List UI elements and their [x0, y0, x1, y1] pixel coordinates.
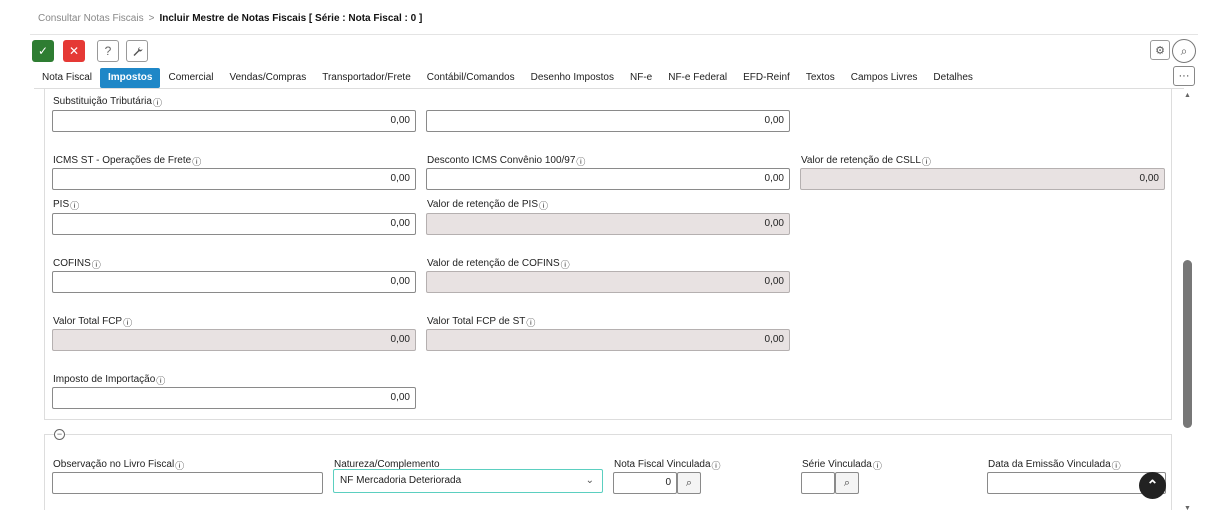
- info-icon[interactable]: ⓘ: [922, 157, 931, 167]
- tab-transportador-frete[interactable]: Transportador/Frete: [314, 68, 419, 88]
- collapse-icon[interactable]: −: [54, 429, 65, 440]
- tab-efd-reinf[interactable]: EFD-Reinf: [735, 68, 798, 88]
- info-icon[interactable]: ⓘ: [192, 157, 201, 167]
- info-icon[interactable]: ⓘ: [561, 260, 570, 270]
- label-serie-vinculada: Série Vinculadaⓘ: [802, 459, 882, 471]
- tab-impostos[interactable]: Impostos: [100, 68, 161, 88]
- scroll-down-icon[interactable]: ▼: [1184, 505, 1191, 512]
- more-options-button[interactable]: ···: [1173, 66, 1195, 86]
- substituicao-tributaria-field[interactable]: 0,00: [52, 110, 416, 132]
- gear-icon: ⚙: [1155, 44, 1165, 57]
- desconto-icms-field[interactable]: 0,00: [426, 168, 790, 190]
- natureza-select[interactable]: NF Mercadoria Deteriorada ⌄: [333, 469, 603, 493]
- scroll-up-icon[interactable]: ▲: [1184, 92, 1191, 99]
- scrollbar-thumb[interactable]: [1183, 260, 1192, 428]
- tab-detalhes[interactable]: Detalhes: [925, 68, 980, 88]
- imposto-importacao-field[interactable]: 0,00: [52, 387, 416, 409]
- tab-vendas-compras[interactable]: Vendas/Compras: [221, 68, 314, 88]
- breadcrumb: Consultar Notas Fiscais > Incluir Mestre d…: [38, 13, 422, 24]
- search-icon: ⌕: [843, 476, 851, 489]
- info-icon[interactable]: ⓘ: [92, 260, 101, 270]
- tab-bar: Nota Fiscal Impostos Comercial Vendas/Co…: [34, 68, 981, 88]
- serie-vinculada-search-button[interactable]: ⌕: [835, 472, 859, 494]
- label-total-fcp: Valor Total FCPⓘ: [53, 316, 133, 328]
- taxes-panel: [44, 88, 1172, 420]
- chevron-up-icon: ⌃: [1146, 477, 1159, 493]
- observacao-field[interactable]: [52, 472, 323, 494]
- natureza-selected-value: NF Mercadoria Deteriorada: [340, 475, 462, 486]
- info-icon[interactable]: ⓘ: [526, 318, 535, 328]
- tab-contabil-comandos[interactable]: Contábil/Comandos: [419, 68, 523, 88]
- nota-vinculada-search-button[interactable]: ⌕: [677, 472, 701, 494]
- label-total-fcp-st: Valor Total FCP de STⓘ: [427, 316, 536, 328]
- breadcrumb-current: Incluir Mestre de Notas Fiscais [ Série …: [159, 13, 423, 24]
- tab-nfe-federal[interactable]: NF-e Federal: [660, 68, 735, 88]
- label-pis: PISⓘ: [53, 199, 80, 211]
- label-retencao-csll: Valor de retenção de CSLLⓘ: [801, 155, 931, 167]
- pis-field[interactable]: 0,00: [52, 213, 416, 235]
- label-cofins: COFINSⓘ: [53, 258, 101, 270]
- tab-campos-livres[interactable]: Campos Livres: [843, 68, 926, 88]
- close-icon: ✕: [68, 44, 80, 58]
- cancel-button[interactable]: ✕: [63, 40, 85, 62]
- label-retencao-pis: Valor de retenção de PISⓘ: [427, 199, 549, 211]
- wrench-icon: [133, 46, 142, 56]
- info-icon[interactable]: ⓘ: [873, 461, 882, 471]
- header-divider: [30, 34, 1198, 35]
- tab-desenho-impostos[interactable]: Desenho Impostos: [523, 68, 622, 88]
- label-nota-vinculada: Nota Fiscal Vinculadaⓘ: [614, 459, 721, 471]
- retencao-pis-field: 0,00: [426, 213, 790, 235]
- tab-textos[interactable]: Textos: [798, 68, 843, 88]
- scroll-to-top-button[interactable]: ⌃: [1139, 472, 1166, 499]
- info-icon[interactable]: ⓘ: [70, 201, 79, 211]
- total-fcp-st-field: 0,00: [426, 329, 790, 351]
- search-icon: ⌕: [1180, 43, 1188, 58]
- nota-vinculada-field[interactable]: 0: [613, 472, 677, 494]
- retencao-cofins-field: 0,00: [426, 271, 790, 293]
- icms-st-frete-field[interactable]: 0,00: [52, 168, 416, 190]
- ellipsis-icon: ···: [1178, 70, 1190, 82]
- check-icon: ✓: [37, 44, 49, 58]
- breadcrumb-separator: >: [148, 13, 155, 24]
- info-icon[interactable]: ⓘ: [123, 318, 132, 328]
- serie-vinculada-field[interactable]: [801, 472, 835, 494]
- total-fcp-field: 0,00: [52, 329, 416, 351]
- label-icms-st-frete: ICMS ST - Operações de Freteⓘ: [53, 155, 202, 167]
- info-icon[interactable]: ⓘ: [712, 461, 721, 471]
- confirm-button[interactable]: ✓: [32, 40, 54, 62]
- info-icon[interactable]: ⓘ: [153, 98, 162, 108]
- label-observacao: Observação no Livro Fiscalⓘ: [53, 459, 185, 471]
- info-icon[interactable]: ⓘ: [576, 157, 585, 167]
- label-data-emissao: Data da Emissão Vinculadaⓘ: [988, 459, 1121, 471]
- info-icon[interactable]: ⓘ: [1112, 461, 1121, 471]
- breadcrumb-parent[interactable]: Consultar Notas Fiscais: [38, 13, 144, 24]
- label-imposto-importacao: Imposto de Importaçãoⓘ: [53, 374, 166, 386]
- help-icon: ?: [104, 44, 112, 58]
- substituicao-tributaria-2-field[interactable]: 0,00: [426, 110, 790, 132]
- tab-nota-fiscal[interactable]: Nota Fiscal: [34, 68, 100, 88]
- info-icon[interactable]: ⓘ: [156, 376, 165, 386]
- cofins-field[interactable]: 0,00: [52, 271, 416, 293]
- tools-button[interactable]: [126, 40, 148, 62]
- chevron-down-icon: ⌄: [585, 475, 594, 486]
- label-substituicao-tributaria: Substituição Tributáriaⓘ: [53, 96, 162, 108]
- info-icon[interactable]: ⓘ: [175, 461, 184, 471]
- label-retencao-cofins: Valor de retenção de COFINSⓘ: [427, 258, 570, 270]
- search-icon: ⌕: [685, 476, 693, 489]
- tab-comercial[interactable]: Comercial: [160, 68, 221, 88]
- retencao-csll-field: 0,00: [800, 168, 1165, 190]
- search-button[interactable]: ⌕: [1172, 39, 1196, 63]
- label-desconto-icms: Desconto ICMS Convênio 100/97ⓘ: [427, 155, 586, 167]
- settings-button[interactable]: ⚙: [1150, 40, 1170, 60]
- info-icon[interactable]: ⓘ: [539, 201, 548, 211]
- help-button[interactable]: ?: [97, 40, 119, 62]
- tab-nfe[interactable]: NF-e: [622, 68, 660, 88]
